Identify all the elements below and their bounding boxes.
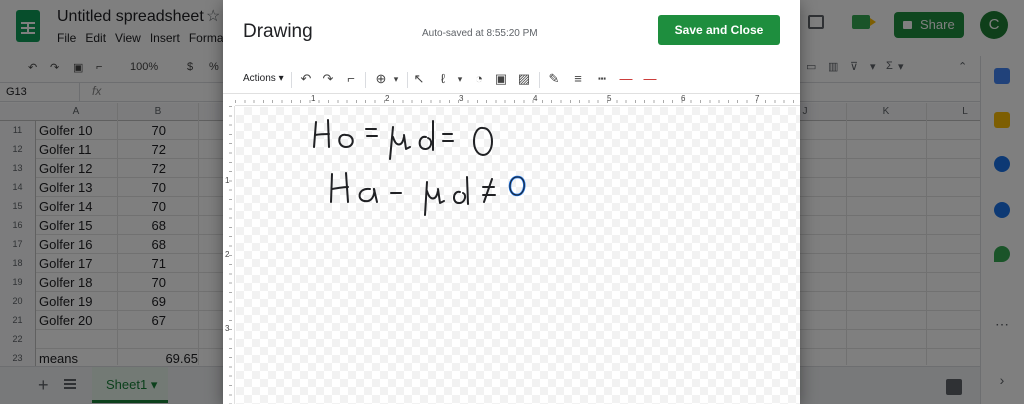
text-box-icon[interactable]: ▣ [493, 71, 509, 87]
vertical-ruler: 1 2 3 [223, 106, 235, 404]
dialog-title: Drawing [243, 21, 313, 42]
ruler-label: 1 [225, 176, 230, 185]
line-start-icon[interactable]: — [618, 71, 634, 87]
actions-menu[interactable]: Actions ▾ [243, 73, 284, 84]
border-dash-icon[interactable]: ┅ [594, 71, 610, 87]
save-and-close-button[interactable]: Save and Close [658, 15, 780, 45]
autosave-status: Auto-saved at 8:55:20 PM [422, 28, 538, 39]
shape-icon[interactable]: ◔ [471, 71, 487, 87]
select-icon[interactable]: ↖ [411, 71, 427, 87]
alternative-hypothesis-ink [330, 172, 496, 216]
ruler-label: 7 [755, 94, 760, 103]
handwritten-hypothesis-ink [313, 119, 526, 216]
ruler-label: 2 [225, 250, 230, 259]
drawing-canvas[interactable] [236, 107, 800, 404]
zoom-icon[interactable]: ⊕ [373, 71, 389, 87]
drawing-dialog: Drawing Auto-saved at 8:55:20 PM Save an… [223, 0, 800, 404]
line-end-icon[interactable]: — [642, 71, 658, 87]
null-hypothesis-ink [313, 119, 493, 160]
undo-icon[interactable]: ↶ [298, 71, 314, 87]
line-dropdown-icon[interactable]: ▾ [452, 71, 468, 87]
ruler-label: 3 [225, 324, 230, 333]
toolbar-separator [539, 72, 540, 88]
border-weight-icon[interactable]: ≡ [570, 71, 586, 87]
zoom-dropdown-icon[interactable]: ▾ [388, 71, 404, 87]
border-color-icon[interactable]: ✎ [546, 71, 562, 87]
redo-icon[interactable]: ↷ [320, 71, 336, 87]
ruler-label: 1 [311, 94, 316, 103]
ruler-label: 3 [459, 94, 464, 103]
scribble-icon[interactable]: ℓ [435, 71, 451, 87]
ruler-label: 4 [533, 94, 538, 103]
image-icon[interactable]: ▨ [516, 71, 532, 87]
ruler-label: 6 [681, 94, 686, 103]
toolbar-separator [407, 72, 408, 88]
drawing-toolbar: Actions ▾ ↶ ↷ ⌐ ⊕ ▾ ↖ ℓ ▾ ◔ ▣ ▨ ✎ ≡ ┅ — … [223, 64, 800, 94]
paint-format-icon[interactable]: ⌐ [343, 71, 359, 87]
toolbar-separator [365, 72, 366, 88]
actions-label: Actions [243, 73, 276, 84]
horizontal-ruler: 1 2 3 4 5 6 7 [235, 94, 800, 106]
ruler-label: 2 [385, 94, 390, 103]
ruler-label: 5 [607, 94, 612, 103]
toolbar-separator [291, 72, 292, 88]
